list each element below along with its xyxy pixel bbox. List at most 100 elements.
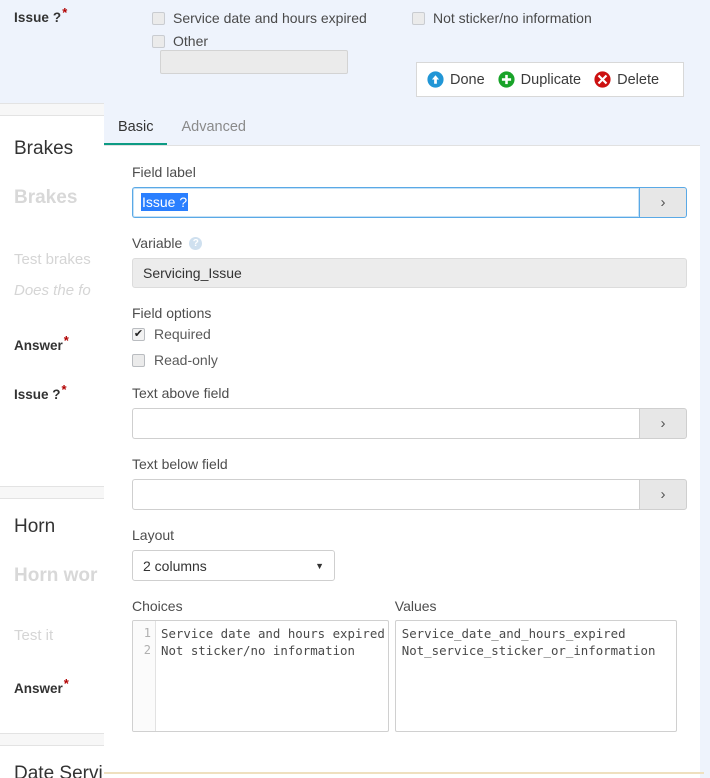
- preview-other-text-input[interactable]: [160, 50, 348, 74]
- layout-select-value: 2 columns: [143, 558, 207, 574]
- checkbox-box-icon[interactable]: [152, 12, 165, 25]
- sidebar-divider: [0, 115, 104, 116]
- sidebar-divider: [0, 498, 104, 499]
- layout-group: Layout 2 columns ▼: [132, 527, 677, 581]
- preview-checkbox-not-sticker[interactable]: Not sticker/no information: [412, 10, 592, 26]
- choices-column: Choices 12 Service date and hours expire…: [132, 598, 389, 732]
- values-editor[interactable]: Service_date_and_hours_expiredNot_servic…: [395, 620, 677, 732]
- delete-button-label: Delete: [617, 72, 659, 88]
- done-button-label: Done: [450, 72, 485, 88]
- layout-heading: Layout: [132, 527, 677, 543]
- field-label-heading: Field label: [132, 164, 677, 180]
- variable-group: Variable ? Servicing_Issue: [132, 235, 677, 288]
- arrow-up-circle-icon: [427, 71, 444, 88]
- tab-basic[interactable]: Basic: [104, 119, 167, 146]
- checkbox-box-icon[interactable]: [412, 12, 425, 25]
- field-label-expand-button[interactable]: ›: [639, 187, 687, 218]
- preview-field-label: Issue ?*: [14, 10, 67, 25]
- sidebar-item-label: Answer: [14, 338, 63, 353]
- line-number: 2: [144, 643, 151, 657]
- preview-checkbox-label: Not sticker/no information: [433, 10, 592, 26]
- preview-checkbox-service-date[interactable]: Service date and hours expired: [152, 10, 367, 26]
- choices-textarea[interactable]: Service date and hours expired Not sticke…: [156, 621, 388, 731]
- sidebar-band: [0, 104, 104, 115]
- preview-checkbox-label: Other: [173, 33, 208, 49]
- text-below-input[interactable]: [132, 479, 639, 510]
- values-column: Values Service_date_and_hours_expiredNot…: [395, 598, 677, 732]
- checkbox-unchecked-icon[interactable]: [132, 354, 145, 367]
- preview-field-label-text: Issue ?: [14, 10, 61, 25]
- option-readonly-label: Read-only: [154, 352, 218, 368]
- choices-heading: Choices: [132, 598, 389, 614]
- layout-select[interactable]: 2 columns ▼: [132, 550, 335, 581]
- text-above-heading: Text above field: [132, 385, 677, 401]
- text-below-expand-button[interactable]: ›: [639, 479, 687, 510]
- editor-tabs: Basic Advanced: [104, 112, 710, 146]
- text-below-heading: Text below field: [132, 456, 677, 472]
- sidebar-item-does-the-form[interactable]: Does the fo: [14, 282, 91, 299]
- choices-line-1: Service date and hours expired: [161, 626, 385, 641]
- right-gutter: [700, 103, 710, 778]
- basic-tab-panel: Field label Issue ? › Variable ?: [104, 146, 700, 778]
- done-button[interactable]: Done: [427, 71, 485, 88]
- values-heading: Values: [395, 598, 677, 614]
- field-options-heading: Field options: [132, 305, 677, 321]
- form-field-editor-screen: Issue ?* Service date and hours expired …: [0, 0, 710, 778]
- option-readonly[interactable]: Read-only: [132, 352, 677, 368]
- checkbox-box-icon[interactable]: [152, 35, 165, 48]
- choices-values-group: Choices 12 Service date and hours expire…: [132, 598, 677, 732]
- field-label-input[interactable]: [132, 187, 639, 218]
- field-label-combo: Issue ? ›: [132, 187, 687, 218]
- field-preview-strip: Issue ?* Service date and hours expired …: [0, 0, 710, 103]
- preview-checkbox-other[interactable]: Other: [152, 33, 208, 49]
- sidebar-item-test-brakes[interactable]: Test brakes: [14, 251, 91, 268]
- duplicate-button-label: Duplicate: [521, 72, 581, 88]
- choices-line-2: Not sticker/no information: [161, 643, 355, 658]
- plus-circle-icon: [498, 71, 515, 88]
- preview-checkbox-label: Service date and hours expired: [173, 10, 367, 26]
- sidebar-item-horn-title[interactable]: Horn: [14, 516, 55, 538]
- variable-heading-row: Variable ?: [132, 235, 677, 251]
- checkbox-checked-icon[interactable]: ✔: [132, 328, 145, 341]
- variable-value-readonly: Servicing_Issue: [132, 258, 687, 288]
- sidebar-item-test-it[interactable]: Test it: [14, 627, 53, 644]
- required-asterisk: *: [64, 333, 69, 348]
- text-above-input[interactable]: [132, 408, 639, 439]
- text-above-group: Text above field ›: [132, 385, 677, 439]
- delete-button[interactable]: Delete: [594, 71, 659, 88]
- field-action-toolbar: Done Duplicate Delete: [416, 62, 684, 97]
- sidebar-item-label: Issue ?: [14, 387, 61, 402]
- option-required-label: Required: [154, 326, 211, 342]
- sidebar-divider: [0, 745, 104, 746]
- duplicate-button[interactable]: Duplicate: [498, 71, 581, 88]
- option-required[interactable]: ✔ Required: [132, 326, 677, 342]
- values-textarea[interactable]: Service_date_and_hours_expiredNot_servic…: [396, 621, 676, 731]
- field-settings-editor: Basic Advanced Field label Issue ? ›: [104, 103, 710, 778]
- required-asterisk: *: [62, 5, 67, 20]
- tab-advanced[interactable]: Advanced: [167, 119, 260, 146]
- question-mark-icon[interactable]: ?: [189, 237, 202, 250]
- sidebar-item-horn-sub[interactable]: Horn wor: [14, 565, 97, 587]
- sidebar-item-issue[interactable]: Issue ?*: [14, 387, 67, 402]
- values-line-1: Service_date_and_hours_expired: [402, 626, 626, 641]
- sidebar-item-brakes-sub[interactable]: Brakes: [14, 187, 77, 209]
- text-above-expand-button[interactable]: ›: [639, 408, 687, 439]
- sidebar-item-brakes-title[interactable]: Brakes: [14, 138, 73, 160]
- sidebar-item-answer-1[interactable]: Answer*: [14, 338, 69, 353]
- text-below-group: Text below field ›: [132, 456, 677, 510]
- required-asterisk: *: [64, 676, 69, 691]
- choices-editor[interactable]: 12 Service date and hours expiredNot sti…: [132, 620, 389, 732]
- sidebar-item-date-servicing[interactable]: Date Servi: [14, 763, 103, 778]
- bottom-highlight-rule: [104, 772, 704, 774]
- sidebar-band: [0, 734, 104, 745]
- chevron-down-icon: ▼: [315, 561, 324, 571]
- field-options-group: Field options ✔ Required Read-only: [132, 305, 677, 368]
- sidebar-item-label: Answer: [14, 681, 63, 696]
- form-preview-sidebar: Brakes Brakes Test brakes Does the fo An…: [0, 103, 104, 778]
- required-asterisk: *: [62, 382, 67, 397]
- variable-heading: Variable: [132, 235, 182, 251]
- sidebar-item-answer-2[interactable]: Answer*: [14, 681, 69, 696]
- line-number: 1: [144, 626, 151, 640]
- choices-line-numbers: 12: [133, 621, 156, 731]
- sidebar-band: [0, 487, 104, 498]
